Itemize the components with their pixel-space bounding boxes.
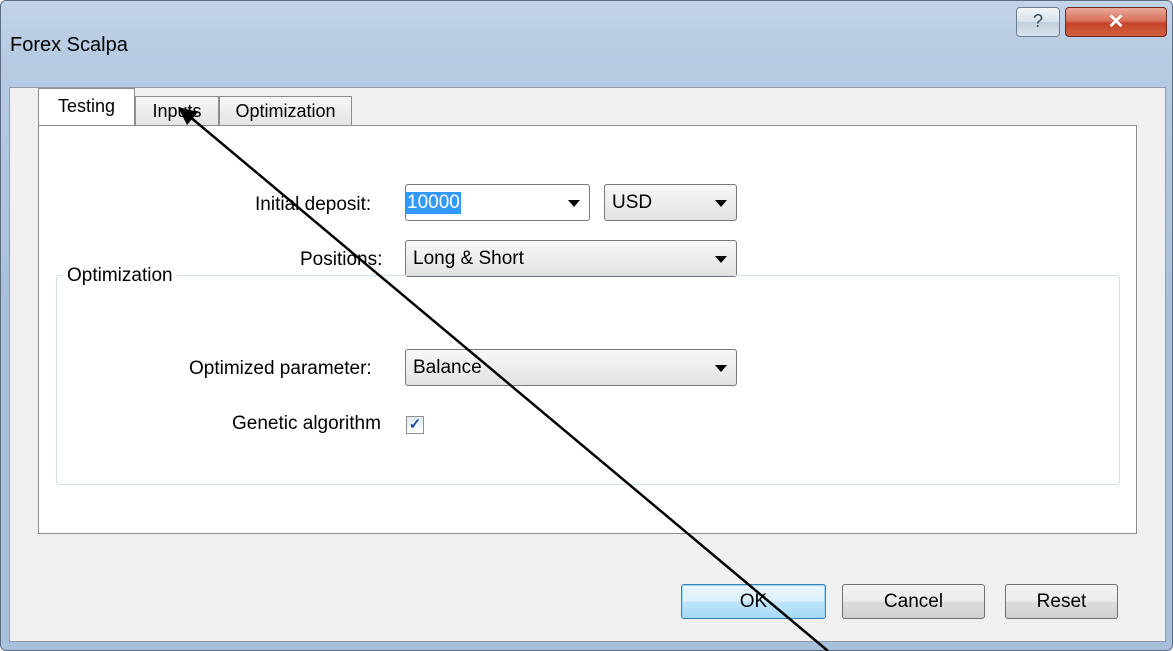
annotation-arrow-line: [188, 115, 829, 651]
annotation-arrow: [178, 107, 829, 651]
